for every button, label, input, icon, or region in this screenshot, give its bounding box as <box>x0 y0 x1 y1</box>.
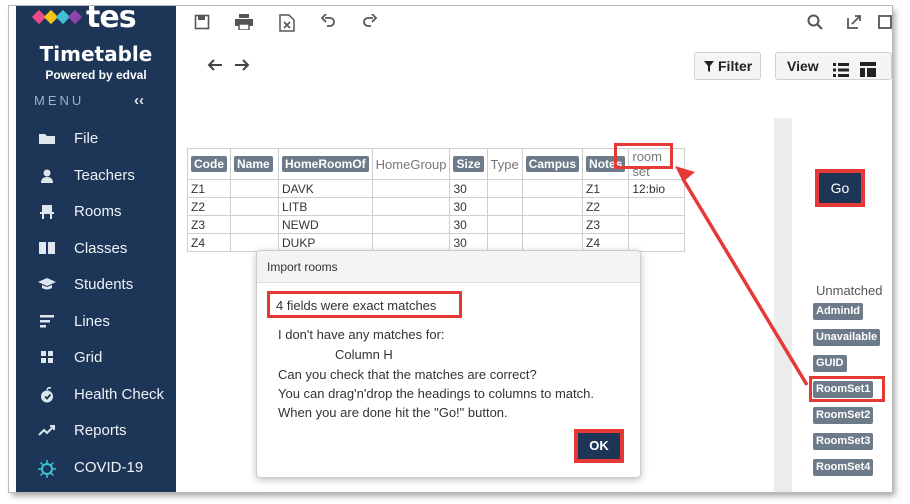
annotation-arrow-icon <box>675 166 809 386</box>
app-window: tes Timetable Powered by edval MENU ‹‹ F… <box>9 6 892 492</box>
